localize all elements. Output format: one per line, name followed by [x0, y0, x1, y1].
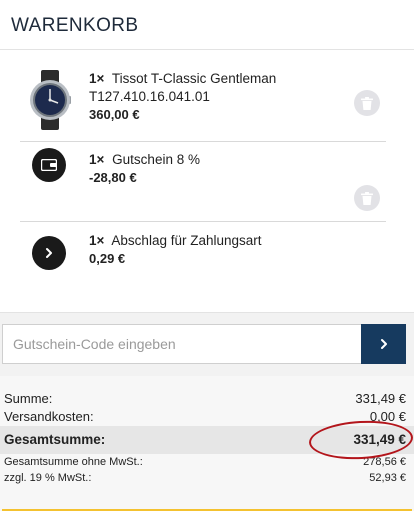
item-quantity: 1×: [89, 233, 105, 248]
cart-item-text: 1× Gutschein 8 % -28,80 €: [89, 151, 346, 187]
order-totals: Summe: 331,49 € Versandkosten: 0,00 € Ge…: [0, 376, 414, 511]
chevron-right-icon: [32, 236, 66, 270]
watch-image[interactable]: [28, 70, 72, 130]
cart-item: 1× Gutschein 8 % -28,80 €: [20, 142, 386, 222]
wallet-icon: [32, 148, 66, 182]
cart-header: WARENKORB: [0, 0, 414, 50]
item-price: -28,80 €: [89, 170, 137, 185]
subtotal-value: 331,49 €: [355, 391, 406, 406]
voucher-thumb: [28, 142, 72, 186]
coupon-submit-button[interactable]: [361, 324, 406, 364]
coupon-section: [0, 312, 414, 376]
subtotal-row: Summe: 331,49 €: [0, 389, 414, 407]
cart-item: 1× Tissot T-Classic Gentleman T127.410.1…: [20, 66, 386, 142]
cart-items-list: 1× Tissot T-Classic Gentleman T127.410.1…: [0, 50, 414, 312]
page-title: WARENKORB: [11, 15, 139, 36]
vat-label: zzgl. 19 % MwSt.:: [4, 472, 92, 484]
item-price: 360,00 €: [89, 107, 140, 122]
item-quantity: 1×: [89, 71, 105, 86]
item-name[interactable]: Tissot T-Classic Gentleman T127.410.16.0…: [89, 71, 276, 104]
delete-item-button[interactable]: [354, 185, 380, 211]
item-quantity: 1×: [89, 152, 105, 167]
vat-row: zzgl. 19 % MwSt.: 52,93 €: [0, 470, 414, 488]
coupon-code-input[interactable]: [2, 324, 361, 364]
grand-total-label: Gesamtsumme:: [4, 432, 106, 447]
delete-item-button[interactable]: [354, 90, 380, 116]
cart-item-text: 1× Abschlag für Zahlungsart 0,29 €: [89, 232, 346, 268]
item-name: Abschlag für Zahlungsart: [111, 233, 262, 248]
payment-fee-thumb: [28, 230, 72, 274]
chevron-right-icon: [380, 339, 387, 349]
net-total-label: Gesamtsumme ohne MwSt.:: [4, 456, 143, 468]
trash-icon: [361, 191, 373, 205]
shipping-label: Versandkosten:: [4, 409, 94, 424]
trash-icon: [361, 96, 373, 110]
item-price: 0,29 €: [89, 251, 126, 266]
item-name: Gutschein 8 %: [112, 152, 200, 167]
cart-item: 1× Abschlag für Zahlungsart 0,29 €: [20, 222, 386, 282]
cart-item-text: 1× Tissot T-Classic Gentleman T127.410.1…: [89, 70, 346, 124]
vat-value: 52,93 €: [369, 472, 406, 484]
subtotal-label: Summe:: [4, 391, 53, 406]
